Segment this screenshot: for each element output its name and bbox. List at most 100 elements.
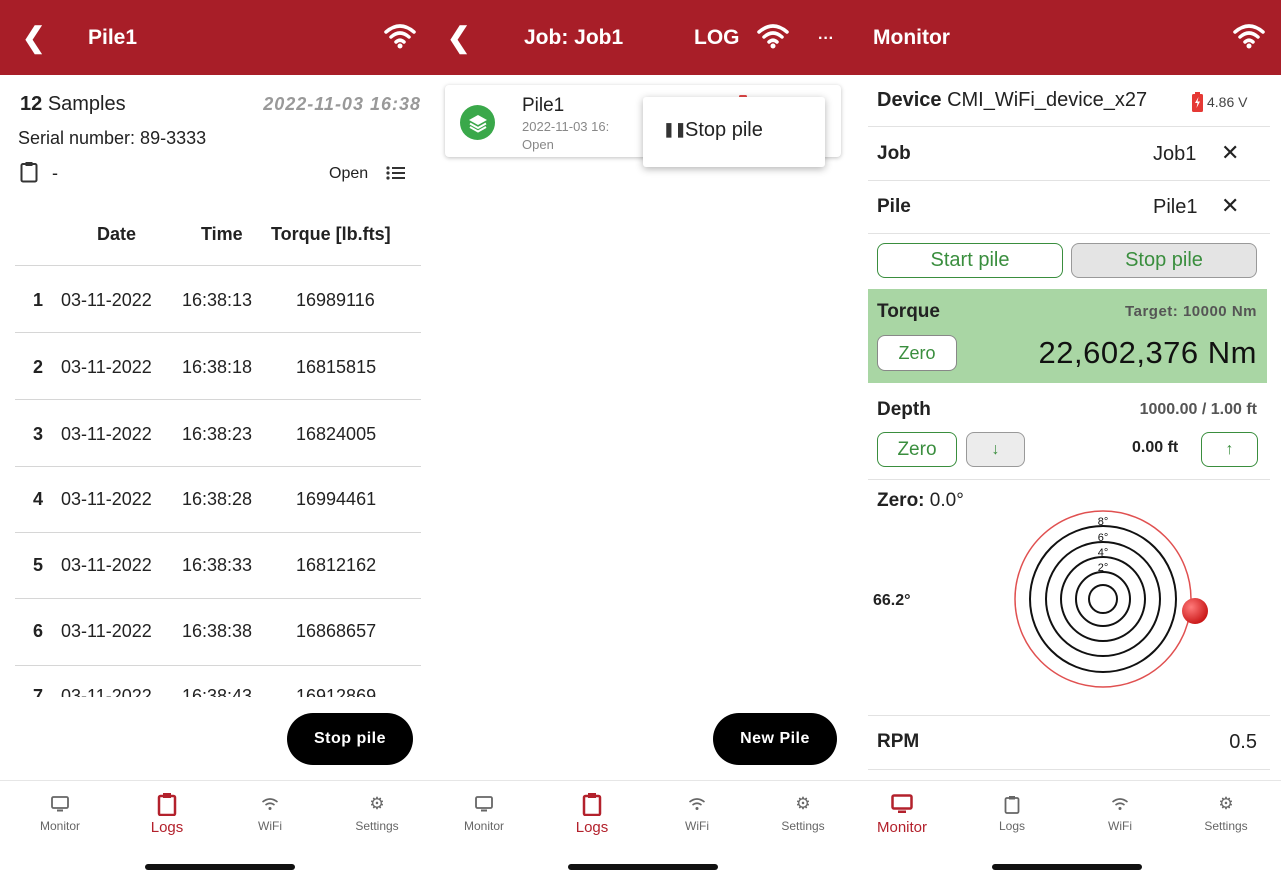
clipboard-icon <box>1004 795 1020 814</box>
table-row[interactable]: 1 03-11-2022 16:38:13 16989116 <box>0 266 433 332</box>
nav-logs-label: Logs <box>575 819 609 836</box>
row-time: 16:38:18 <box>182 357 253 377</box>
battery-icon <box>1192 92 1203 117</box>
row-date: 03-11-2022 <box>61 621 152 641</box>
gear-icon: ⚙ <box>369 794 385 813</box>
nav-logs[interactable]: Logs <box>967 791 1057 833</box>
row-number: 7 <box>33 686 44 697</box>
row-time: 16:38:28 <box>182 489 253 509</box>
gear-icon: ⚙ <box>795 794 811 813</box>
row-time: 16:38:38 <box>182 621 253 641</box>
divider <box>868 126 1270 127</box>
stop-pile-button[interactable]: Stop pile <box>1071 243 1257 278</box>
torque-zero-button[interactable]: Zero <box>877 335 957 371</box>
row-torque: 16989116 <box>296 290 375 310</box>
new-pile-button[interactable]: New Pile <box>713 713 837 765</box>
row-date: 03-11-2022 <box>61 290 152 310</box>
nav-monitor-label: Monitor <box>463 819 504 833</box>
table-row[interactable]: 4 03-11-2022 16:38:28 16994461 <box>0 467 433 533</box>
ring-center <box>1088 584 1118 614</box>
depth-up-button[interactable]: ↑ <box>1201 432 1258 467</box>
row-torque: 16912869 <box>296 686 377 697</box>
rpm-label: RPM <box>877 731 920 752</box>
samples-table: 1 03-11-2022 16:38:13 16989116 2 03-11-2… <box>0 0 433 697</box>
header-bar: Monitor <box>857 0 1281 75</box>
row-number: 5 <box>33 555 44 575</box>
arrow-up-icon: ↑ <box>1225 440 1234 458</box>
job-screen: ❮ Job: Job1 LOG ··· Pile1 2022-11-03 16:… <box>433 0 857 871</box>
arrow-down-icon: ↓ <box>991 440 1000 458</box>
torque-value: 22,602,376 Nm <box>1038 335 1257 370</box>
back-chevron-icon[interactable]: ❮ <box>447 24 470 52</box>
monitor-icon <box>891 794 913 813</box>
pause-icon: ❚❚ <box>663 121 687 137</box>
row-time: 16:38:13 <box>182 290 253 310</box>
nav-logs[interactable]: Logs <box>547 791 637 836</box>
nav-settings[interactable]: ⚙ Settings <box>1181 791 1271 833</box>
nav-settings-label: Settings <box>781 819 825 833</box>
nav-settings[interactable]: ⚙ Settings <box>758 791 848 833</box>
stop-pile-button[interactable]: Stop pile <box>287 713 413 765</box>
nav-monitor-label: Monitor <box>876 819 928 836</box>
device-label: Device <box>877 89 942 111</box>
ring-6 <box>1045 541 1161 657</box>
device-row: Device CMI_WiFi_device_x27 <box>877 89 1147 112</box>
row-time: 16:38:33 <box>182 555 253 575</box>
nav-wifi-label: WiFi <box>1108 819 1132 833</box>
nav-settings[interactable]: ⚙ Settings <box>332 791 422 833</box>
rpm-value: 0.5 <box>1229 731 1257 753</box>
row-date: 03-11-2022 <box>61 555 152 575</box>
clipboard-icon <box>582 793 602 816</box>
clear-pile-close-icon[interactable]: ✕ <box>1221 193 1239 219</box>
table-row[interactable]: 2 03-11-2022 16:38:18 16815815 <box>0 333 433 399</box>
nav-monitor[interactable]: Monitor <box>857 791 947 836</box>
row-number: 4 <box>33 489 44 509</box>
more-options-icon[interactable]: ··· <box>818 30 834 48</box>
row-number: 3 <box>33 424 44 444</box>
clear-job-close-icon[interactable]: ✕ <box>1221 140 1239 166</box>
table-row[interactable]: 7 03-11-2022 16:38:43 16912869 <box>0 666 433 697</box>
table-row[interactable]: 5 03-11-2022 16:38:33 16812162 <box>0 533 433 599</box>
depth-range: 1000.00 / 1.00 ft <box>1139 401 1257 418</box>
nav-wifi-label: WiFi <box>685 819 709 833</box>
nav-logs[interactable]: Logs <box>122 791 212 836</box>
divider <box>868 180 1270 181</box>
job-value: Job1 <box>1153 143 1197 165</box>
zero-angle-value: 0.0° <box>929 490 964 511</box>
divider <box>868 479 1270 480</box>
menu-item-stop-pile[interactable]: Stop pile <box>685 119 763 142</box>
torque-label: Torque <box>877 301 940 322</box>
ring-label-6: 6° <box>1098 532 1109 544</box>
nav-wifi[interactable]: WiFi <box>1075 791 1165 833</box>
header-bar: ❮ Job: Job1 LOG ··· <box>433 0 857 75</box>
pile-value: Pile1 <box>1153 196 1198 218</box>
depth-down-button[interactable]: ↓ <box>966 432 1025 467</box>
ring-label-2: 2° <box>1098 562 1109 574</box>
table-row[interactable]: 6 03-11-2022 16:38:38 16868657 <box>0 599 433 665</box>
depth-zero-button[interactable]: Zero <box>877 432 957 467</box>
pile-label: Pile <box>877 196 911 217</box>
start-pile-button[interactable]: Start pile <box>877 243 1063 278</box>
page-title: Monitor <box>873 26 950 49</box>
divider <box>868 715 1270 716</box>
table-row[interactable]: 3 03-11-2022 16:38:23 16824005 <box>0 400 433 466</box>
torque-target: Target: 10000 Nm <box>1125 303 1257 320</box>
nav-wifi[interactable]: WiFi <box>652 791 742 833</box>
divider <box>868 769 1270 770</box>
wifi-icon <box>1112 798 1128 810</box>
clipboard-icon <box>157 793 177 816</box>
row-torque: 16994461 <box>296 489 377 509</box>
row-date: 03-11-2022 <box>61 686 152 697</box>
nav-wifi-label: WiFi <box>258 819 282 833</box>
nav-monitor[interactable]: Monitor <box>439 791 529 833</box>
row-torque: 16812162 <box>296 555 377 575</box>
nav-wifi[interactable]: WiFi <box>225 791 315 833</box>
ring-label-8: 8° <box>1098 516 1109 528</box>
row-date: 03-11-2022 <box>61 489 152 509</box>
pile-card-status: Open <box>522 137 554 152</box>
nav-monitor[interactable]: Monitor <box>15 791 105 833</box>
row-torque: 16815815 <box>296 357 377 377</box>
layers-icon <box>460 105 495 140</box>
log-button[interactable]: LOG <box>694 26 740 50</box>
monitor-icon <box>475 796 493 812</box>
